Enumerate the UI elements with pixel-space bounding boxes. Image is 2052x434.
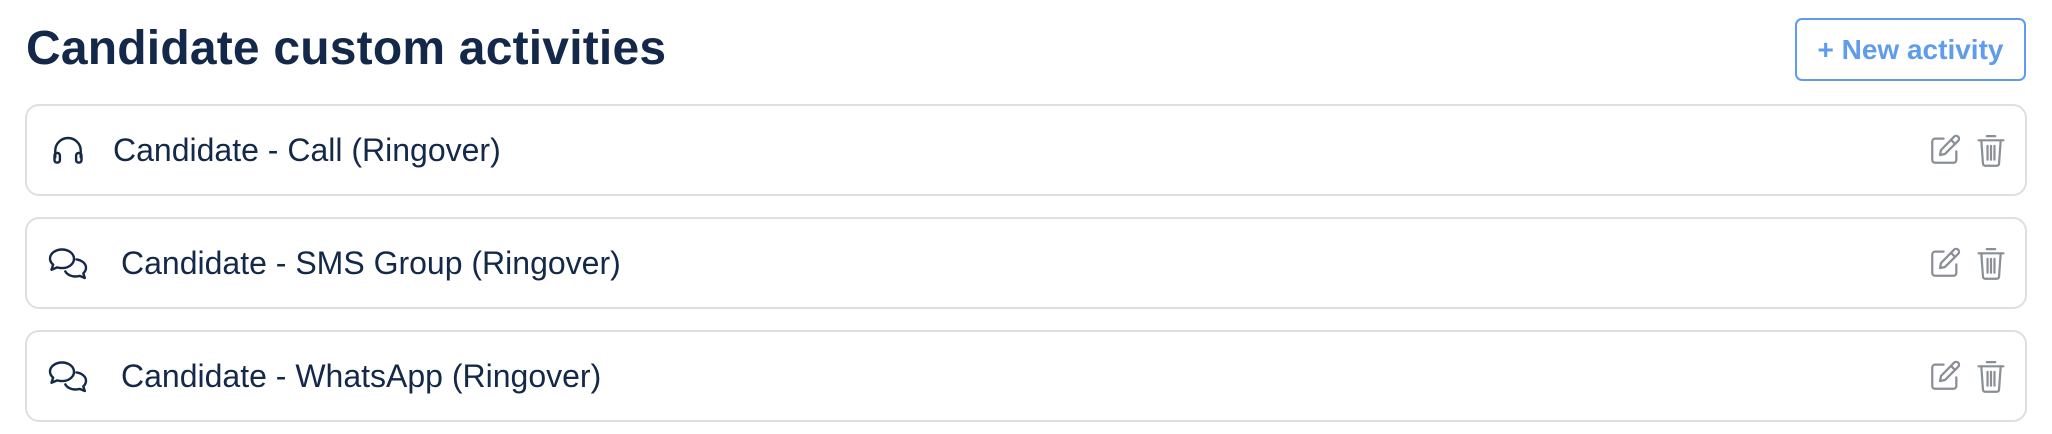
activity-row-whatsapp[interactable]: Candidate - WhatsApp (Ringover) <box>25 330 2027 422</box>
page: Candidate custom activities + New activi… <box>0 0 2052 434</box>
edit-icon[interactable] <box>1927 243 1963 283</box>
new-activity-button[interactable]: + New activity <box>1795 18 2026 81</box>
row-actions <box>1927 356 2009 396</box>
trash-icon[interactable] <box>1973 130 2009 170</box>
edit-icon[interactable] <box>1927 130 1963 170</box>
headphones-icon <box>47 129 89 171</box>
edit-icon[interactable] <box>1927 356 1963 396</box>
trash-icon[interactable] <box>1973 243 2009 283</box>
row-actions <box>1927 130 2009 170</box>
activity-label: Candidate - SMS Group (Ringover) <box>121 245 621 281</box>
activity-list: Candidate - Call (Ringover) Candidate - … <box>25 104 2027 434</box>
chat-bubbles-icon <box>47 355 89 397</box>
activity-row-sms-group[interactable]: Candidate - SMS Group (Ringover) <box>25 217 2027 309</box>
page-title: Candidate custom activities <box>26 22 667 75</box>
activity-label: Candidate - WhatsApp (Ringover) <box>121 358 602 394</box>
activity-row-call[interactable]: Candidate - Call (Ringover) <box>25 104 2027 196</box>
activity-label: Candidate - Call (Ringover) <box>113 132 501 168</box>
trash-icon[interactable] <box>1973 356 2009 396</box>
row-actions <box>1927 243 2009 283</box>
chat-bubbles-icon <box>47 242 89 284</box>
